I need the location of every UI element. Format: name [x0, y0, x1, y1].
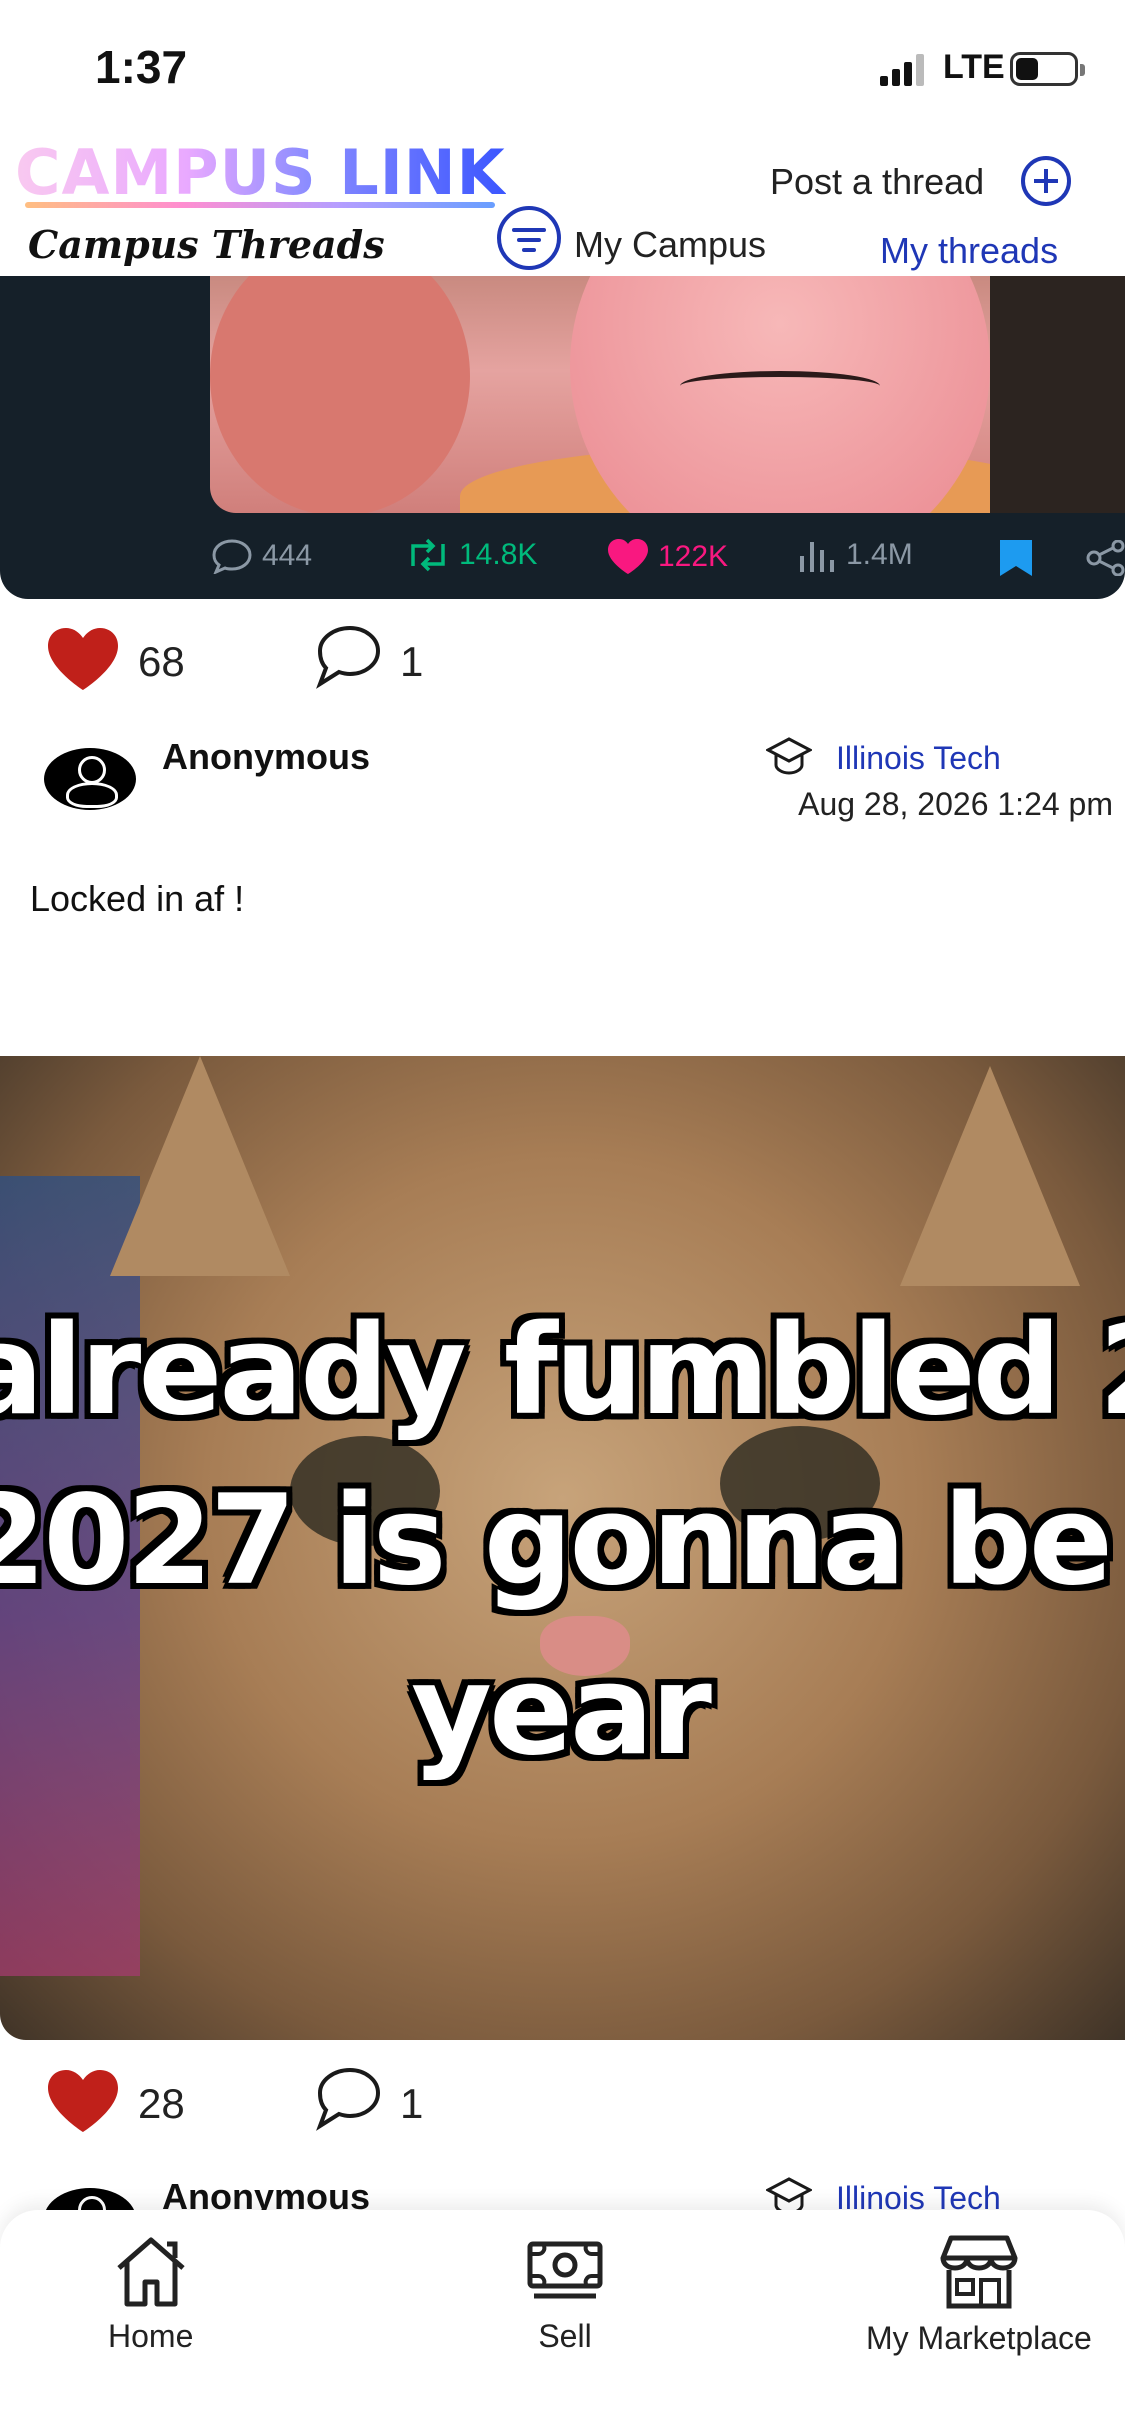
repost-icon	[411, 538, 445, 572]
post-date: Aug 28, 2026 1:24 pm	[798, 786, 1113, 822]
tweet-reposts: 14.8K	[405, 538, 537, 572]
page-title: Campus Threads	[28, 222, 385, 267]
bookmark-icon	[1000, 540, 1032, 576]
heart-icon	[608, 539, 648, 574]
nav-marketplace[interactable]: My Marketplace	[866, 2234, 1092, 2357]
post-header: Anonymous Illinois Tech	[0, 2166, 1125, 2210]
nav-home-label: Home	[108, 2318, 194, 2354]
views-icon	[800, 542, 834, 572]
tweet-stats: 444 14.8K 122K 1.4M	[0, 538, 1125, 578]
post-text: Locked in af !	[30, 878, 245, 919]
app-logo: CAMPUS LINK	[15, 136, 506, 209]
app-header: CAMPUS LINK Campus Threads My Campus Pos…	[0, 130, 1125, 276]
campus-name[interactable]: Illinois Tech	[836, 2180, 1001, 2210]
graduation-cap-icon	[766, 737, 812, 775]
network-label: LTE	[943, 48, 1005, 86]
tweet-likes: 122K	[606, 538, 728, 576]
author-name: Anonymous	[162, 736, 371, 777]
avatar	[44, 748, 136, 810]
tweet-photo	[210, 276, 1125, 513]
comment-icon[interactable]	[312, 624, 382, 692]
post-image[interactable]: already fumbled 2026 2027 is gonna be my…	[0, 1056, 1125, 2040]
author-name: Anonymous	[162, 2176, 371, 2210]
bottom-nav: Home Sell My Marketplace	[0, 2210, 1125, 2436]
battery-icon	[1010, 52, 1085, 86]
cash-icon	[527, 2241, 603, 2299]
campus-filter-label[interactable]: My Campus	[574, 224, 766, 266]
status-time: 1:37	[95, 41, 188, 93]
post-actions: 68 1	[0, 616, 1125, 696]
store-icon	[940, 2235, 1018, 2309]
add-thread-button[interactable]	[1021, 156, 1071, 206]
status-bar: 1:37 LTE	[0, 0, 1125, 130]
thread-feed[interactable]: 444 14.8K 122K 1.4M 68 1 Anonymous Illin…	[0, 276, 1125, 2210]
share-icon	[1086, 540, 1125, 576]
campus-name[interactable]: Illinois Tech	[836, 740, 1001, 777]
like-icon[interactable]	[46, 626, 120, 692]
like-icon[interactable]	[46, 2068, 120, 2134]
nav-sell-label: Sell	[538, 2318, 592, 2354]
post-thread-label[interactable]: Post a thread	[770, 161, 984, 203]
like-count: 68	[138, 638, 185, 685]
filter-icon[interactable]	[497, 206, 561, 270]
post-actions: 28 1	[0, 2058, 1125, 2138]
post-header: Anonymous Illinois Tech Aug 28, 2026 1:2…	[0, 726, 1125, 836]
nav-marketplace-label: My Marketplace	[866, 2320, 1092, 2356]
signal-icon	[880, 54, 924, 86]
home-icon	[117, 2237, 185, 2307]
my-threads-link[interactable]: My threads	[880, 230, 1058, 272]
like-count: 28	[138, 2080, 185, 2127]
logo-underline	[25, 202, 495, 208]
comment-count: 1	[400, 2080, 424, 2127]
comment-icon[interactable]	[312, 2066, 382, 2134]
comment-count: 1	[400, 638, 424, 685]
reply-icon	[212, 539, 252, 574]
nav-sell[interactable]: Sell	[524, 2234, 606, 2355]
post-image[interactable]: 444 14.8K 122K 1.4M	[0, 276, 1125, 599]
graduation-cap-icon	[766, 2177, 812, 2210]
meme-caption: already fumbled 2026 2027 is gonna be my…	[0, 1299, 1125, 1783]
tweet-views: 1.4M	[798, 538, 913, 572]
tweet-replies: 444	[210, 538, 312, 574]
nav-home[interactable]: Home	[108, 2234, 193, 2355]
avatar	[44, 2188, 136, 2210]
